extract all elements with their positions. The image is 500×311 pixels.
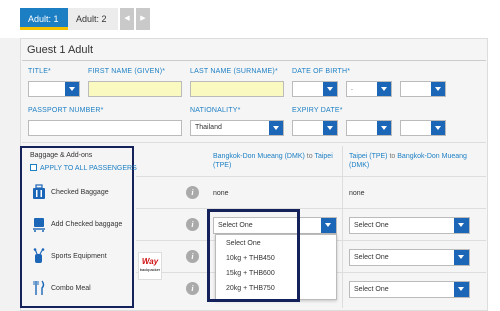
baggage-heading: Baggage & Add-ons xyxy=(30,152,93,159)
route-to-word: to xyxy=(389,153,396,160)
luggage-icon xyxy=(33,184,45,199)
dob-label: DATE OF BIRTH* xyxy=(292,68,351,75)
right-margin xyxy=(488,38,500,311)
add-checked-baggage-label: Add Checked baggage xyxy=(51,221,123,228)
info-icon[interactable]: i xyxy=(186,282,199,295)
divider xyxy=(22,142,486,143)
tab-adult-2[interactable]: Adult: 2 xyxy=(68,8,118,30)
apply-all-label: APPLY TO ALL PASSENGERS xyxy=(40,165,137,172)
checkbox-icon xyxy=(30,164,37,171)
expiry-label: EXPIRY DATE* xyxy=(292,107,343,114)
route-to-word: to xyxy=(306,153,313,160)
checked-baggage-outbound-value: none xyxy=(213,190,229,197)
chevron-down-icon xyxy=(269,121,283,135)
info-icon[interactable]: i xyxy=(186,250,199,263)
info-icon[interactable]: i xyxy=(186,186,199,199)
golf-bag-icon xyxy=(33,248,45,263)
chevron-down-icon xyxy=(454,250,469,265)
tab-adult-1[interactable]: Adult: 1 xyxy=(20,8,68,30)
divider xyxy=(342,146,343,308)
guest-title: Guest 1 Adult xyxy=(27,44,94,56)
chevron-down-icon xyxy=(323,121,337,135)
nationality-value: Thailand xyxy=(195,124,222,131)
route-outbound: Bangkok-Don Mueang (DMK) to Taipei (TPE) xyxy=(213,152,338,170)
chevron-down-icon xyxy=(377,121,391,135)
passport-label: PASSPORT NUMBER* xyxy=(28,107,104,114)
dob-year-select[interactable] xyxy=(400,81,446,97)
watermark-logo: Way backpacker xyxy=(138,252,162,280)
chevron-left-icon[interactable]: ◀ xyxy=(120,8,134,30)
selected-value: Select One xyxy=(354,254,389,261)
combo-meal-label: Combo Meal xyxy=(51,285,91,292)
expiry-month-select[interactable] xyxy=(346,120,392,136)
selected-value: Select One xyxy=(354,222,389,229)
route-from: Taipei (TPE) xyxy=(349,153,388,160)
watermark-top: Way xyxy=(141,257,159,266)
first-name-label: FIRST NAME (GIVEN)* xyxy=(88,68,166,75)
expiry-day-select[interactable] xyxy=(292,120,338,136)
chevron-down-icon xyxy=(321,218,336,233)
dob-separator: . xyxy=(351,85,353,92)
selected-value: Select One xyxy=(354,286,389,293)
cutlery-icon xyxy=(33,280,45,295)
passport-input[interactable] xyxy=(28,120,182,136)
sports-equipment-return-select[interactable]: Select One xyxy=(349,249,470,266)
divider xyxy=(136,176,486,177)
dob-day-select[interactable] xyxy=(292,81,338,97)
route-from: Bangkok-Don Mueang (DMK) xyxy=(213,153,305,160)
last-name-input[interactable] xyxy=(190,81,284,97)
apply-all-checkbox[interactable]: APPLY TO ALL PASSENGERS xyxy=(30,164,137,172)
chevron-down-icon xyxy=(431,82,445,96)
add-checked-baggage-return-select[interactable]: Select One xyxy=(349,217,470,234)
checked-baggage-label: Checked Baggage xyxy=(51,189,109,196)
nationality-label: NATIONALITY* xyxy=(190,107,241,114)
luggage-cart-icon xyxy=(33,218,45,232)
dob-month-select[interactable]: . xyxy=(346,81,392,97)
passenger-tab-bar: Adult: 1 Adult: 2 ◀ ▶ xyxy=(0,0,500,38)
chevron-down-icon xyxy=(454,218,469,233)
chevron-down-icon xyxy=(377,82,391,96)
first-name-input[interactable] xyxy=(88,81,182,97)
divider xyxy=(22,60,486,61)
watermark-bottom: backpacker xyxy=(139,267,161,272)
last-name-label: LAST NAME (SURNAME)* xyxy=(190,68,278,75)
info-icon[interactable]: i xyxy=(186,218,199,231)
chevron-down-icon xyxy=(431,121,445,135)
divider xyxy=(136,208,486,209)
combo-meal-return-select[interactable]: Select One xyxy=(349,281,470,298)
title-label: TITLE* xyxy=(28,68,51,75)
chevron-down-icon xyxy=(65,82,79,96)
expiry-year-select[interactable] xyxy=(400,120,446,136)
dropdown-highlight-box xyxy=(207,209,300,302)
checked-baggage-return-value: none xyxy=(349,190,365,197)
chevron-down-icon xyxy=(323,82,337,96)
nationality-select[interactable]: Thailand xyxy=(190,120,284,136)
chevron-down-icon xyxy=(454,282,469,297)
sports-equipment-label: Sports Equipment xyxy=(51,253,107,260)
chevron-right-icon[interactable]: ▶ xyxy=(136,8,150,30)
title-select[interactable] xyxy=(28,81,80,97)
route-return: Taipei (TPE) to Bangkok-Don Mueang (DMK) xyxy=(349,152,474,170)
